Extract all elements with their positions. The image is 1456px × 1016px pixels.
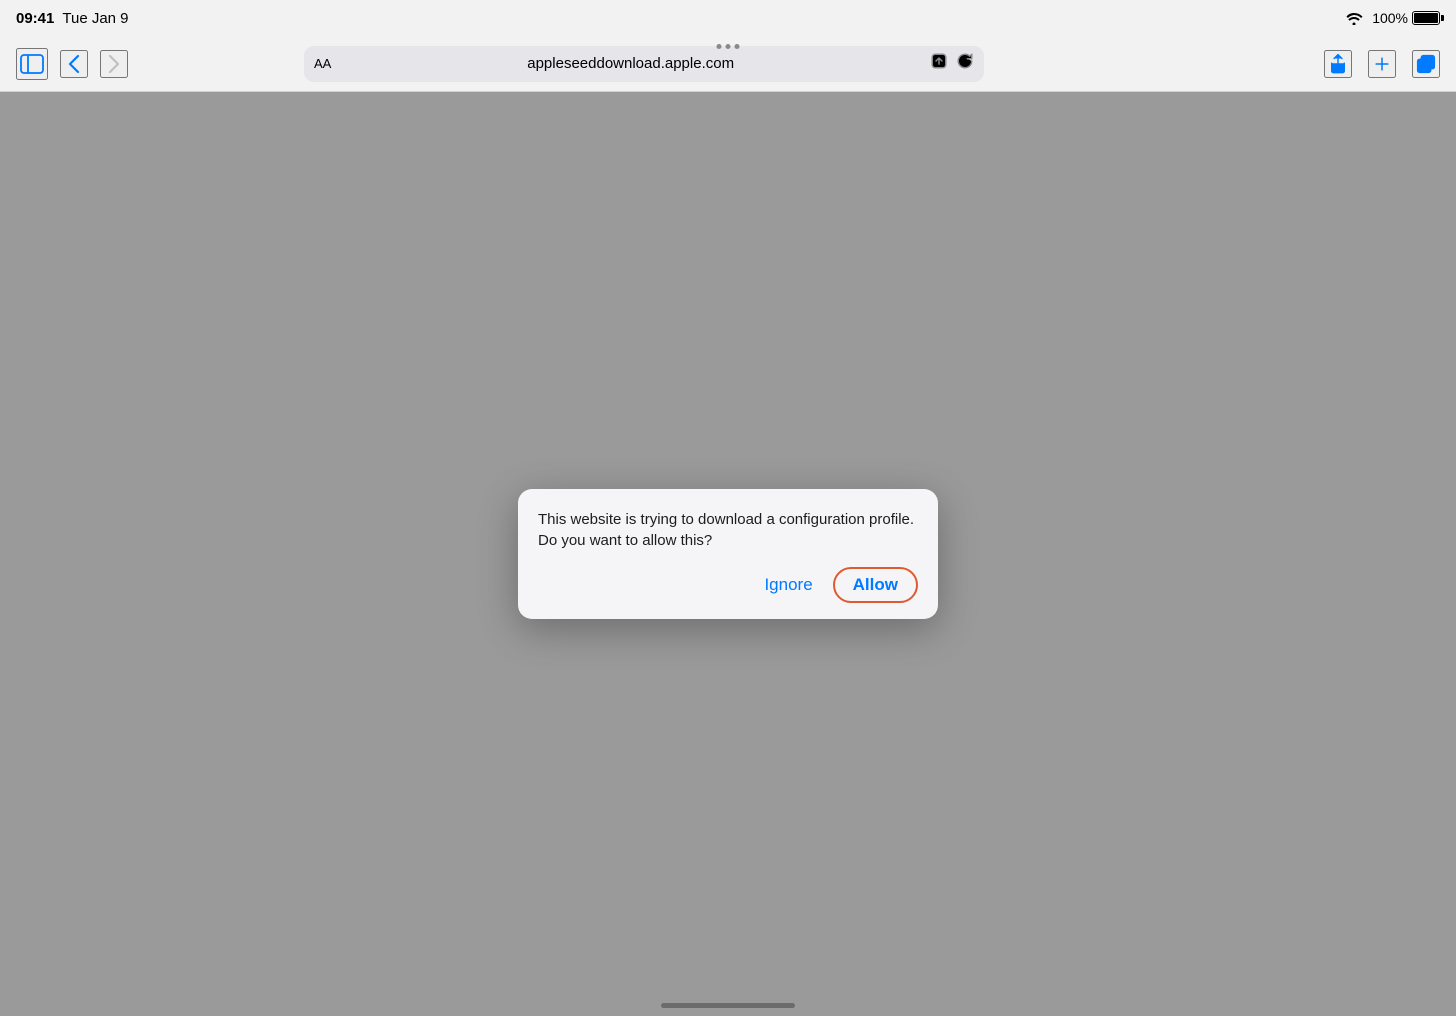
nav-right-icons — [1324, 50, 1440, 78]
nav-dot-3 — [735, 44, 740, 49]
address-share-icon[interactable] — [930, 52, 948, 75]
address-bar[interactable]: AA appleseeddownload.apple.com — [304, 46, 984, 82]
home-indicator — [661, 1003, 795, 1008]
address-aa-button[interactable]: AA — [314, 56, 331, 71]
dialog-actions: Ignore Allow — [538, 567, 918, 603]
battery-percentage: 100% — [1372, 10, 1408, 26]
permission-dialog: This website is trying to download a con… — [518, 489, 938, 619]
status-bar: 09:41 Tue Jan 9 100% — [0, 0, 1456, 36]
ignore-button[interactable]: Ignore — [752, 571, 824, 599]
nav-dot-1 — [717, 44, 722, 49]
status-time: 09:41 — [16, 10, 54, 27]
back-button[interactable] — [60, 50, 88, 78]
wifi-icon — [1344, 11, 1364, 25]
new-tab-button[interactable] — [1368, 50, 1396, 78]
dialog-overlay: This website is trying to download a con… — [0, 92, 1456, 1016]
address-icons — [930, 52, 974, 75]
status-right: 100% — [1344, 10, 1440, 26]
reload-icon[interactable] — [956, 52, 974, 75]
nav-dots — [717, 44, 740, 49]
dialog-message: This website is trying to download a con… — [538, 509, 918, 551]
address-url: appleseeddownload.apple.com — [339, 55, 922, 72]
status-date: Tue Jan 9 — [62, 10, 128, 27]
nav-dot-2 — [726, 44, 731, 49]
battery-icon — [1412, 11, 1440, 25]
nav-bar: AA appleseeddownload.apple.com — [0, 36, 1456, 92]
share-button[interactable] — [1324, 50, 1352, 78]
forward-button[interactable] — [100, 50, 128, 78]
allow-button[interactable]: Allow — [833, 567, 918, 603]
battery-container: 100% — [1372, 10, 1440, 26]
tabs-button[interactable] — [1412, 50, 1440, 78]
status-left: 09:41 Tue Jan 9 — [16, 10, 129, 27]
sidebar-toggle-button[interactable] — [16, 48, 48, 80]
content-area: This website is trying to download a con… — [0, 92, 1456, 1016]
